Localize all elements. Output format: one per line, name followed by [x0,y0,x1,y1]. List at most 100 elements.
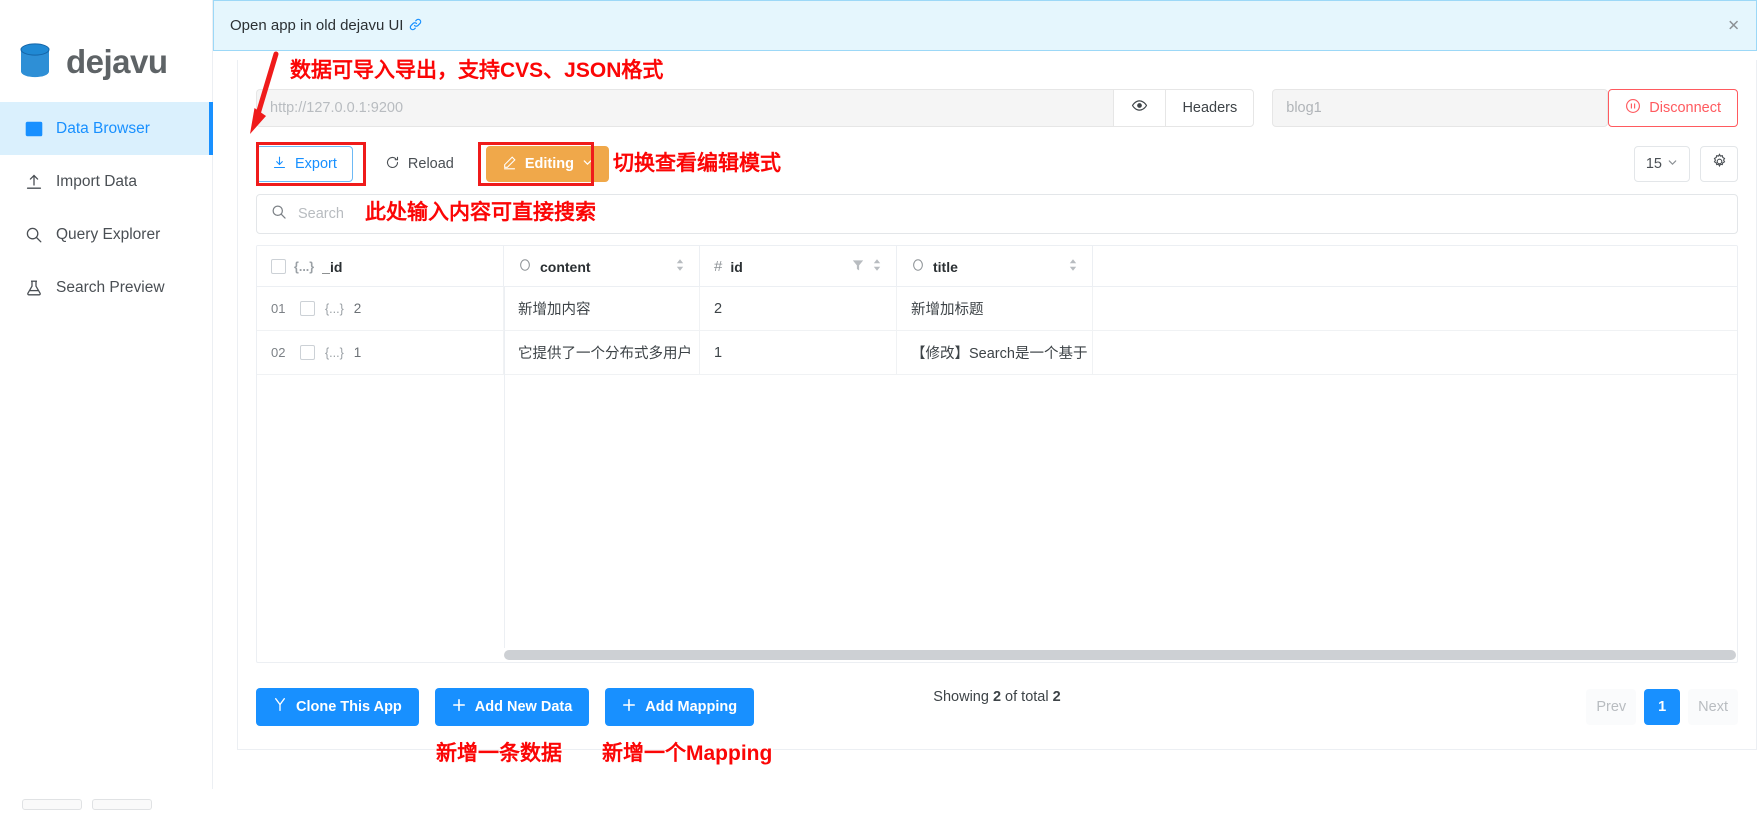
editing-mode-button[interactable]: Editing [485,146,610,182]
old-ui-banner: Open app in old dejavu UI ✕ [213,0,1757,51]
column-header-id[interactable]: # id [700,246,897,287]
browser-download-bar [0,789,1757,813]
row-number: 02 [271,345,286,360]
link-icon[interactable] [409,18,422,34]
clone-label: Clone This App [296,698,402,715]
download-icon [272,155,287,174]
column-header-title[interactable]: title [897,246,1093,287]
cell-_id[interactable]: 01 {...} 2 [257,287,504,330]
column-label: title [933,258,958,275]
banner-text: Open app in old dejavu UI [230,17,404,34]
sidebar-item-label: Query Explorer [56,225,161,243]
main-content: Open app in old dejavu UI ✕ http://127.0… [213,0,1757,813]
sidebar-item-import-data[interactable]: Import Data [0,155,212,208]
table-body: 01 {...} 2 新增加内容 2 新增加标题 02 {...} 1 它提供了… [257,287,1737,375]
add-mapping-button[interactable]: Add Mapping [605,687,755,726]
editing-label: Editing [524,156,575,172]
sidebar: dejavu Data Browser Import Data Query Ex… [0,0,213,813]
export-button[interactable]: Export [256,146,353,182]
filter-icon[interactable] [852,259,864,275]
next-page-button[interactable]: Next [1688,688,1738,725]
toolbar-right-group: 15 [1633,146,1738,182]
row-checkbox[interactable] [300,345,315,360]
brand-name: dejavu [66,42,168,80]
pagination: Prev 1 Next [1586,688,1738,725]
eye-icon [1131,97,1148,118]
fork-icon [273,697,287,716]
sidebar-item-label: Import Data [56,172,137,190]
number-hash-icon: # [714,258,723,275]
text-type-icon [911,258,925,275]
search-placeholder: Search [298,206,344,222]
footer-actions: Clone This App Add New Data Add Mapping … [238,664,1756,734]
select-all-checkbox[interactable] [271,259,286,274]
sort-icon[interactable] [872,258,882,275]
plus-icon [622,698,636,716]
brand: dejavu [0,0,212,96]
sort-icon[interactable] [1068,258,1078,275]
disconnect-label: Disconnect [1649,99,1721,116]
url-placeholder: http://127.0.0.1:9200 [270,99,404,116]
showing-prefix: Showing [933,689,993,705]
table-row[interactable]: 02 {...} 1 它提供了一个分布式多用户 1 【修改】Search是一个基… [257,331,1737,375]
settings-button[interactable] [1700,146,1738,182]
cell-title[interactable]: 新增加标题 [897,287,1093,330]
header-filler [1093,246,1737,286]
showing-middle: of total [1001,689,1053,705]
upload-icon [24,172,43,191]
sidebar-item-data-browser[interactable]: Data Browser [0,102,213,155]
reload-button[interactable]: Reload [368,146,470,182]
cell-_id[interactable]: 02 {...} 1 [257,331,504,374]
sidebar-item-label: Data Browser [56,119,150,137]
cluster-url-input[interactable]: http://127.0.0.1:9200 [256,88,1114,127]
showing-count: 2 [992,689,1002,705]
prev-page-button[interactable]: Prev [1586,688,1637,725]
clone-this-app-button[interactable]: Clone This App [256,687,419,726]
cell-title[interactable]: 【修改】Search是一个基于 [897,331,1093,374]
scrollbar-thumb[interactable] [504,650,1736,660]
column-header-_id[interactable]: {...} _id [257,246,504,287]
close-icon[interactable]: ✕ [1727,18,1740,33]
headers-button[interactable]: Headers [1165,88,1255,127]
text-type-icon [518,258,532,275]
row-filler [1093,331,1737,374]
frozen-column-divider [504,287,505,648]
search-row: Search [238,188,1756,234]
pencil-icon [502,155,517,174]
page-size-value: 15 [1645,156,1662,172]
index-placeholder: blog1 [1286,99,1322,116]
cell-value: 2 [353,301,362,316]
data-table: {...} _id content # id title 01 {...} 2 … [256,245,1738,663]
object-braces-icon: {...} [325,301,344,316]
sidebar-item-search-preview[interactable]: Search Preview [0,261,212,314]
index-name-input[interactable]: blog1 [1272,88,1609,127]
row-checkbox[interactable] [300,301,315,316]
toggle-url-visibility-button[interactable] [1113,88,1166,127]
cell-id[interactable]: 2 [700,287,897,330]
download-item[interactable] [92,799,152,810]
sidebar-item-query-explorer[interactable]: Query Explorer [0,208,212,261]
cell-value: 1 [353,345,362,360]
showing-count-text: Showing 2 of total 2 [933,689,1060,705]
download-item[interactable] [22,799,82,810]
sort-icon[interactable] [675,258,685,275]
cell-content[interactable]: 新增加内容 [504,287,700,330]
cell-content[interactable]: 它提供了一个分布式多用户 [504,331,700,374]
object-braces-icon: {...} [325,345,344,360]
chevron-down-icon [582,156,593,172]
cell-id[interactable]: 1 [700,331,897,374]
row-filler [1093,287,1737,330]
horizontal-scrollbar[interactable] [504,650,1736,660]
page-size-select[interactable]: 15 [1633,146,1690,182]
dejavu-app-window: dejavu Data Browser Import Data Query Ex… [0,0,1757,813]
reload-label: Reload [407,156,454,172]
row-number: 01 [271,301,286,316]
disconnect-button[interactable]: Disconnect [1608,88,1738,127]
add-new-data-label: Add New Data [474,698,573,715]
page-1-button[interactable]: 1 [1644,688,1681,725]
search-input[interactable]: Search [256,194,1738,234]
flask-icon [24,278,43,297]
add-new-data-button[interactable]: Add New Data [434,687,590,726]
table-row[interactable]: 01 {...} 2 新增加内容 2 新增加标题 [257,287,1737,331]
column-header-content[interactable]: content [504,246,700,287]
